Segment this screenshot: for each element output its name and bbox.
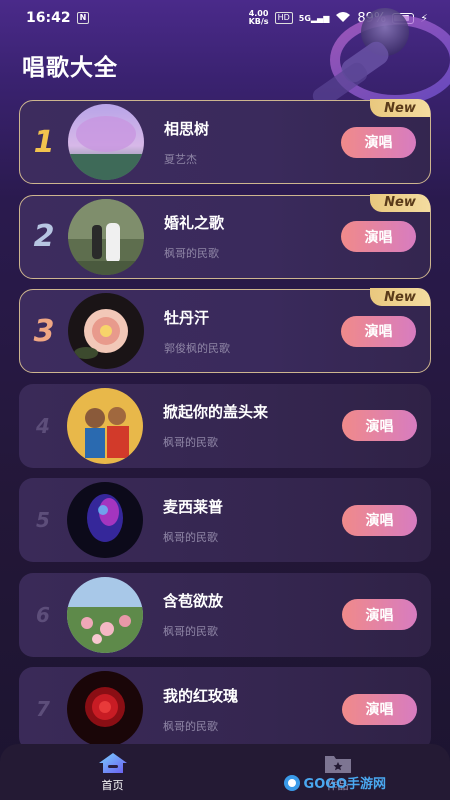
net-speed-unit: KB/s: [248, 17, 269, 26]
song-title: 掀起你的盖头来: [163, 403, 269, 421]
watermark-text: GOGO手游网: [303, 777, 386, 792]
song-title: 婚礼之歌: [164, 214, 225, 232]
song-info: 相思树 夏艺杰: [164, 118, 341, 167]
song-info: 婚礼之歌 枫哥的民歌: [164, 212, 341, 261]
song-artist: 枫哥的民歌: [164, 247, 219, 260]
rank-number: 2: [33, 219, 55, 254]
sing-button[interactable]: 演唱: [341, 221, 416, 252]
song-card[interactable]: 6 含苞欲放 枫哥的民歌 演唱: [19, 572, 431, 657]
folder-star-icon: [324, 755, 351, 773]
new-badge: New: [370, 193, 430, 212]
song-info: 我的红玫瑰 枫哥的民歌: [163, 685, 342, 734]
sing-button[interactable]: 演唱: [342, 410, 417, 441]
song-cover: [68, 104, 144, 180]
sing-button[interactable]: 演唱: [342, 693, 417, 725]
sing-button[interactable]: 演唱: [342, 504, 417, 536]
notification-icon: N: [76, 12, 90, 24]
song-title: 相思树: [164, 119, 210, 138]
song-artist: 枫哥的民歌: [163, 719, 218, 733]
sing-button[interactable]: 演唱: [342, 599, 417, 630]
new-badge: New: [370, 99, 430, 117]
song-card[interactable]: 5 麦西莱普 枫哥的民歌 演唱: [19, 478, 431, 562]
rank-number: 4: [36, 413, 50, 438]
new-badge: New: [370, 288, 430, 306]
song-info: 含苞欲放 枫哥的民歌: [163, 590, 342, 639]
rank-number: 3: [33, 313, 55, 349]
song-card[interactable]: 1 相思树 夏艺杰 演唱 New: [19, 99, 431, 184]
song-info: 麦西莱普 枫哥的民歌: [163, 496, 342, 545]
song-cover: [67, 387, 143, 464]
page-title: 唱歌大全: [22, 55, 118, 81]
song-artist: 枫哥的民歌: [163, 436, 218, 449]
song-info: 牡丹汗 郭俊枫的民歌: [164, 307, 341, 356]
sing-button[interactable]: 演唱: [341, 126, 416, 158]
song-cover: [68, 198, 144, 275]
song-card[interactable]: 3 牡丹汗 郭俊枫的民歌 演唱 New: [19, 288, 431, 373]
rank-number: 1: [33, 124, 55, 160]
watermark: GOGO手游网: [283, 773, 386, 792]
song-card[interactable]: 7 我的红玫瑰 枫哥的民歌 演唱: [19, 667, 431, 751]
song-info: 掀起你的盖头来 枫哥的民歌: [163, 401, 342, 450]
song-card[interactable]: 2 婚礼之歌 枫哥的民歌 演唱 New: [19, 193, 431, 279]
song-card[interactable]: 4 掀起你的盖头来 枫哥的民歌 演唱: [19, 383, 431, 468]
microphone-decoration-icon: [312, 8, 450, 108]
song-artist: 枫哥的民歌: [163, 530, 218, 544]
song-title: 我的红玫瑰: [163, 686, 239, 705]
song-cover: [67, 576, 143, 653]
song-title: 含苞欲放: [163, 592, 224, 610]
rank-number: 7: [36, 697, 50, 721]
status-left: 16:42 N: [26, 10, 90, 26]
home-icon: [98, 752, 127, 773]
song-title: 麦西莱普: [163, 497, 224, 516]
song-artist: 夏艺杰: [164, 152, 197, 166]
song-cover: [67, 671, 143, 747]
nav-home[interactable]: 首页: [63, 752, 163, 793]
rank-number: 5: [36, 508, 50, 532]
song-cover: [68, 293, 144, 369]
song-cover: [67, 482, 143, 558]
rank-number: 6: [36, 602, 50, 627]
song-artist: 郭俊枫的民歌: [164, 341, 230, 355]
nav-home-label: 首页: [101, 778, 124, 792]
net-speed: 4.00 KB/s: [249, 10, 269, 26]
song-artist: 枫哥的民歌: [163, 625, 218, 638]
song-list: 1 相思树 夏艺杰 演唱 New 2 婚礼之歌 枫哥的民歌 演唱 New 3 牡…: [19, 99, 431, 762]
gogo-logo-icon: [283, 774, 300, 791]
status-time: 16:42: [26, 10, 71, 26]
sing-button[interactable]: 演唱: [341, 315, 416, 347]
song-title: 牡丹汗: [164, 308, 210, 327]
